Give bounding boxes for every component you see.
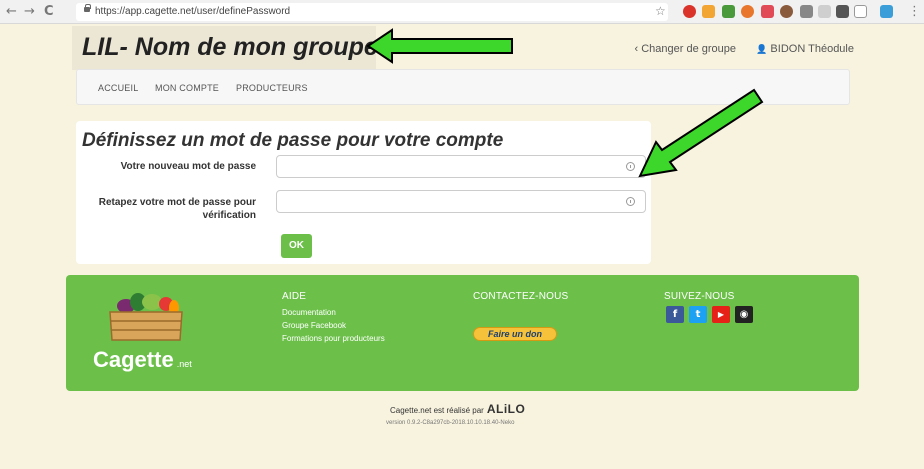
extension-icon[interactable] [722,5,735,18]
footer-link-facebook-group[interactable]: Groupe Facebook [282,321,346,330]
extension-icon[interactable] [800,5,813,18]
donate-button[interactable]: Faire un don [473,327,557,341]
footer-contact-title[interactable]: CONTACTEZ-NOUS [473,291,568,302]
extension-icon[interactable] [780,5,793,18]
user-name: BIDON Théodule [770,43,854,55]
footer-aide-title: AIDE [282,291,307,302]
confirm-password-label: Retapez votre mot de passe pour vérifica… [98,197,256,221]
extension-icon[interactable] [818,5,831,18]
group-title[interactable]: LIL- Nom de mon groupe [82,33,378,62]
made-by-text: Cagette.net est réalisé par [390,406,484,415]
brand-name: Cagette [93,347,174,372]
brand-suffix: .net [176,359,192,369]
group-title-name: - Nom de mon groupe [119,33,378,61]
version-text: version 0.9.2-C8a297cb-2018.10.10.18.40-… [386,420,515,426]
change-group-label: Changer de groupe [641,43,737,55]
forward-icon[interactable]: → [24,4,35,19]
made-by-credit: Cagette.net est réalisé par ALiLO [390,402,525,416]
new-password-field[interactable] [276,155,646,178]
github-icon[interactable]: ◉ [735,306,753,323]
footer-brand[interactable]: Cagette .net [93,347,192,373]
footer-link-formations[interactable]: Formations pour producteurs [282,334,385,343]
nav-accueil[interactable]: ACCUEIL [98,83,138,93]
extension-icon[interactable] [880,5,893,18]
twitter-icon[interactable]: t [689,306,707,323]
pocket-icon[interactable] [761,5,774,18]
browser-menu-icon[interactable]: ⋮ [908,4,921,19]
url-text[interactable]: https://app.cagette.net/user/definePassw… [95,6,290,17]
submit-button[interactable]: OK [281,234,312,258]
extension-icon[interactable] [836,5,849,18]
facebook-icon[interactable]: f [666,306,684,323]
amazon-icon[interactable] [854,5,867,18]
vegetable-crate-logo-icon [109,293,183,341]
confirm-password-field[interactable] [276,190,646,213]
youtube-icon[interactable]: ▶ [712,306,730,323]
change-group-link[interactable]: ‹ Changer de groupe [634,43,736,55]
user-icon: 👤 [756,45,768,55]
footer-follow-title: SUIVEZ-NOUS [664,291,735,302]
green-arrow-left-icon [366,28,513,64]
form-title: Définissez un mot de passe pour votre co… [82,130,504,151]
header-links: ‹ Changer de groupe 👤 BIDON Théodule [634,43,854,55]
nav-producteurs[interactable]: PRODUCTEURS [236,83,308,93]
extension-icon[interactable] [702,5,715,18]
green-arrow-down-left-icon [638,88,764,178]
reload-icon[interactable]: C [44,4,54,19]
alilo-logo[interactable]: ALiLO [487,402,526,416]
chevron-left-icon: ‹ [634,43,639,55]
abp-icon[interactable] [683,5,696,18]
lock-icon [84,4,91,12]
nav-mon-compte[interactable]: MON COMPTE [155,83,219,93]
footer-link-documentation[interactable]: Documentation [282,308,336,317]
user-menu[interactable]: 👤 BIDON Théodule [756,43,854,55]
extension-icon[interactable] [741,5,754,18]
new-password-label: Votre nouveau mot de passe [120,161,256,172]
bookmark-star-icon[interactable]: ☆ [655,4,666,18]
group-title-prefix: LIL [82,33,120,61]
browser-toolbar: ← → C https://app.cagette.net/user/defin… [0,0,924,24]
password-manager-icon[interactable] [626,197,635,206]
back-icon[interactable]: ← [6,4,17,19]
